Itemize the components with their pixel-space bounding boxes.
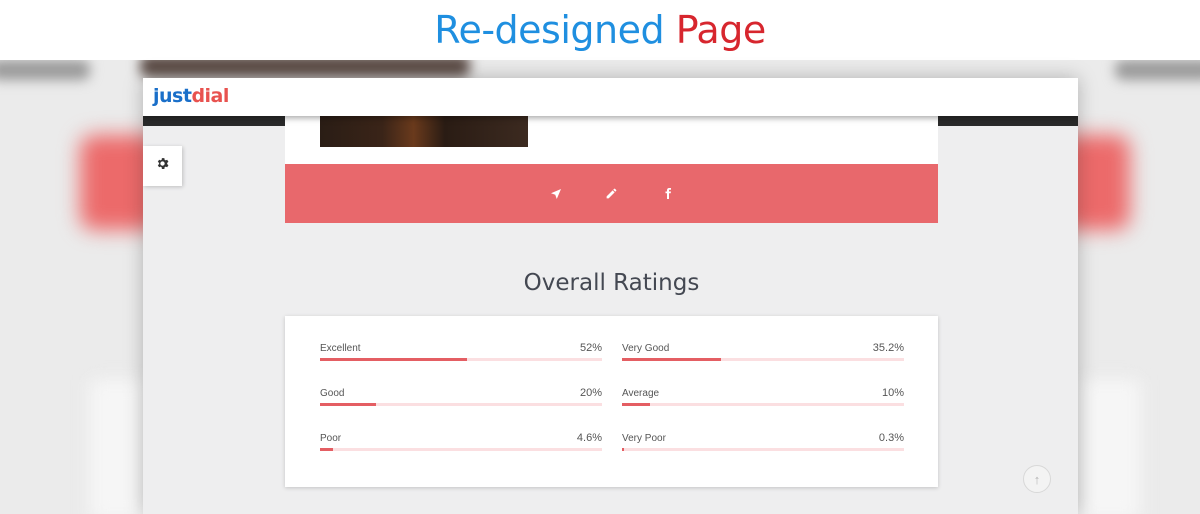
- settings-button[interactable]: [143, 146, 182, 186]
- rating-good: Good 20%: [320, 387, 602, 410]
- rating-bar-fill: [320, 358, 467, 361]
- ratings-title: Overall Ratings: [523, 270, 700, 296]
- rating-bar-track: [622, 403, 904, 406]
- rating-bar-track: [622, 358, 904, 361]
- gear-icon: [155, 156, 170, 176]
- rating-percent: 0.3%: [878, 432, 904, 444]
- rating-bar-fill: [622, 358, 722, 361]
- rating-bar-track: [320, 448, 602, 451]
- rating-percent: 20%: [579, 387, 602, 399]
- banner-title-part2: Page: [675, 8, 767, 52]
- action-bar: [285, 164, 938, 223]
- justdial-logo[interactable]: justdial: [153, 85, 229, 107]
- rating-bar-fill: [320, 403, 377, 406]
- banner-title: Re-designed Page: [0, 8, 1200, 52]
- rating-poor: Poor 4.6%: [320, 432, 602, 455]
- rating-label: Very Poor: [622, 433, 666, 444]
- rating-label: Excellent: [320, 343, 361, 354]
- rating-bar-track: [320, 403, 602, 406]
- rating-percent: 10%: [881, 387, 904, 399]
- logo-part2: dial: [191, 85, 229, 107]
- arrow-up-icon: ↑: [1033, 471, 1041, 487]
- pencil-icon[interactable]: [601, 183, 623, 205]
- rating-label: Poor: [320, 433, 342, 444]
- rating-bar-track: [622, 448, 904, 451]
- rating-average: Average 10%: [622, 387, 904, 410]
- rating-percent: 35.2%: [872, 342, 904, 354]
- rating-label: Good: [320, 388, 345, 399]
- listing-photo[interactable]: [320, 116, 528, 147]
- rating-bar-fill: [622, 403, 651, 406]
- rating-very-good: Very Good 35.2%: [622, 342, 904, 365]
- facebook-icon[interactable]: [657, 183, 679, 205]
- navigate-icon[interactable]: [545, 183, 567, 205]
- rating-percent: 4.6%: [576, 432, 602, 444]
- rating-excellent: Excellent 52%: [320, 342, 602, 365]
- rating-bar-fill: [320, 448, 333, 451]
- rating-very-poor: Very Poor 0.3%: [622, 432, 904, 455]
- banner: Re-designed Page: [0, 0, 1200, 60]
- rating-label: Very Good: [622, 343, 670, 354]
- rating-percent: 52%: [579, 342, 602, 354]
- rating-label: Average: [622, 388, 660, 399]
- logo-part1: just: [153, 85, 192, 107]
- scroll-to-top-button[interactable]: ↑: [1023, 465, 1051, 493]
- ratings-card: Excellent 52% Very Good 35.2% Good 20% A…: [285, 316, 938, 487]
- site-header: justdial: [143, 78, 1078, 116]
- banner-title-part1: Re-designed: [434, 8, 665, 52]
- rating-bar-track: [320, 358, 602, 361]
- browser-frame: justdial Overall Ratings Excellent 52% V…: [143, 78, 1078, 514]
- rating-bar-fill: [622, 448, 625, 451]
- listing-card-top: [285, 116, 938, 164]
